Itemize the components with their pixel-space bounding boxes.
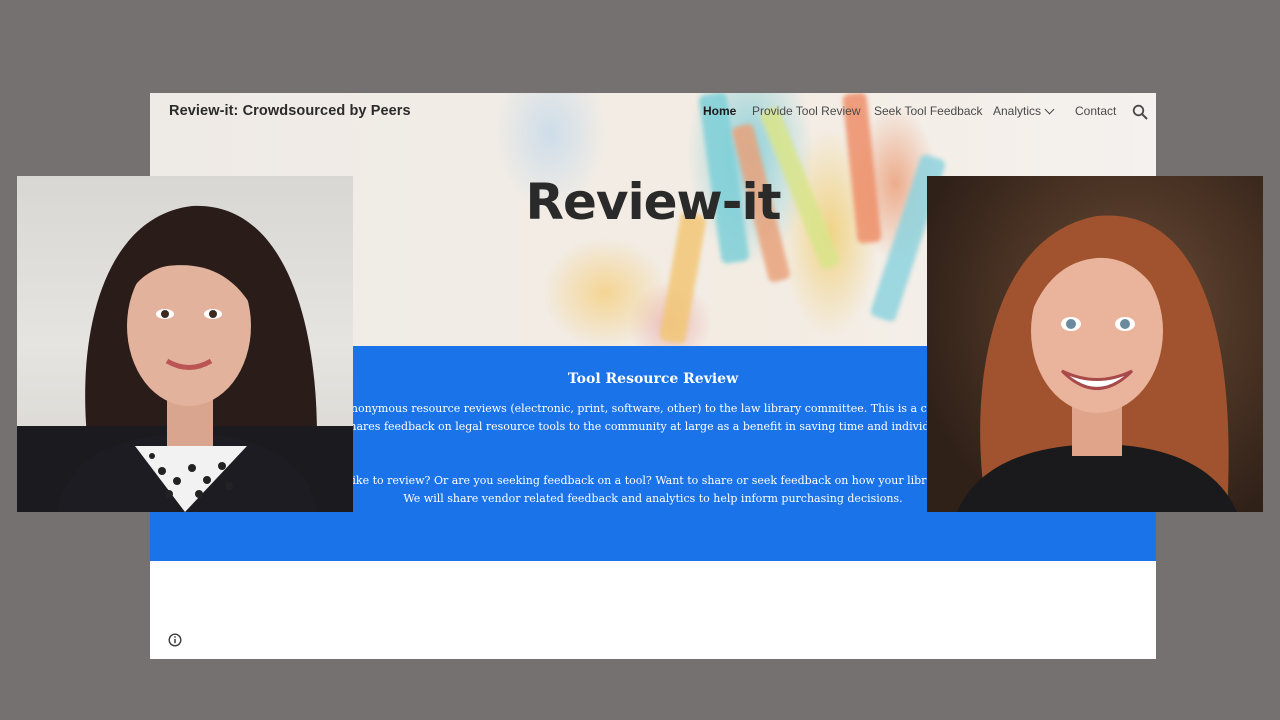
nav-home[interactable]: Home xyxy=(703,104,736,118)
hero-decoration xyxy=(658,211,708,345)
nav-provide-tool-review[interactable]: Provide Tool Review xyxy=(752,104,861,118)
nav-seek-tool-feedback[interactable]: Seek Tool Feedback xyxy=(874,104,983,118)
headshot-photo-right xyxy=(927,176,1263,512)
headshot-photo-left xyxy=(17,176,353,512)
nav-analytics[interactable]: Analytics xyxy=(993,104,1041,118)
info-icon[interactable] xyxy=(168,633,182,647)
person-portrait-image xyxy=(17,205,353,512)
person-portrait-image xyxy=(957,215,1237,512)
search-icon[interactable] xyxy=(1132,104,1148,120)
chevron-down-icon[interactable] xyxy=(1044,104,1055,115)
site-title[interactable]: Review-it: Crowdsourced by Peers xyxy=(169,103,411,123)
nav-contact[interactable]: Contact xyxy=(1075,104,1116,118)
